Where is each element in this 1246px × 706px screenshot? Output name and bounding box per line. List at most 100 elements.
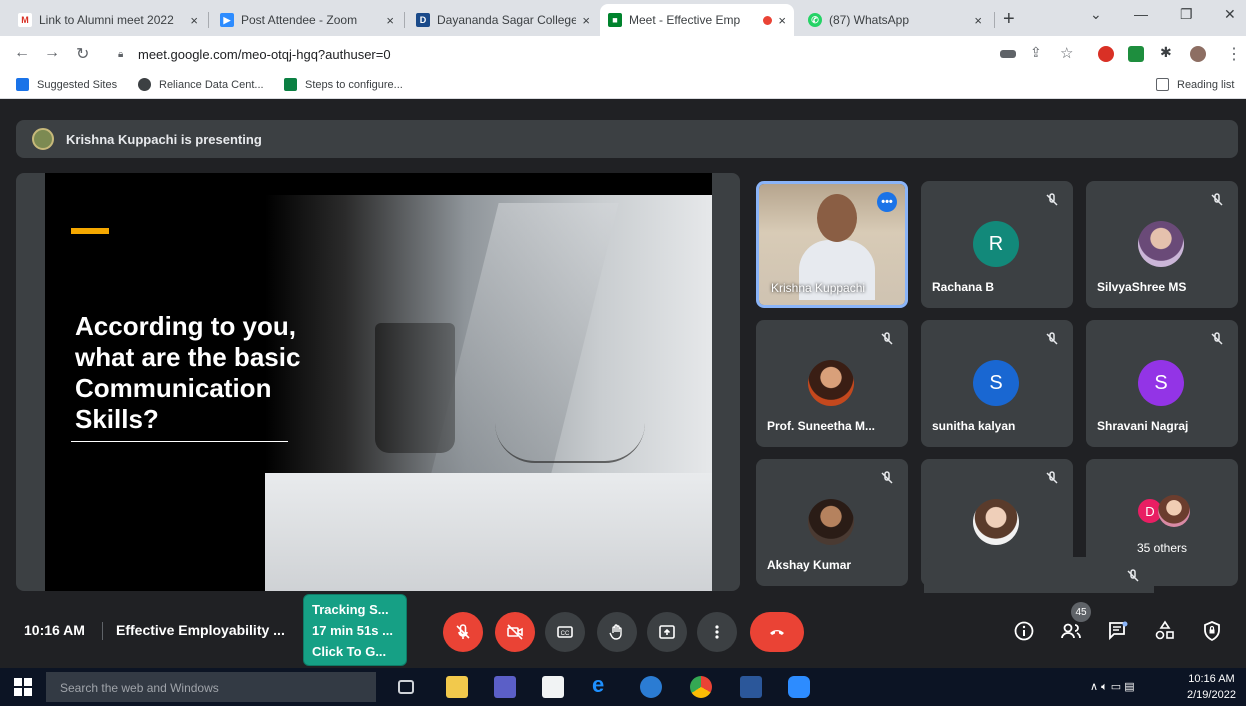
- avatar: R: [973, 221, 1019, 267]
- self-view-tile[interactable]: [924, 557, 1154, 593]
- taskbar-clock[interactable]: 10:16 AM 2/19/2022: [1187, 671, 1236, 703]
- attendance-tracker-button[interactable]: Tracking S... 17 min 51s ... Click To G.…: [303, 594, 407, 666]
- chrome-dev-icon[interactable]: [640, 676, 662, 698]
- close-icon[interactable]: ×: [582, 13, 590, 28]
- participant-tile-sunitha[interactable]: S sunitha kalyan: [921, 320, 1073, 447]
- more-vert-icon: [715, 625, 719, 639]
- captions-button[interactable]: CC: [545, 612, 585, 652]
- taskbar-search-input[interactable]: Search the web and Windows: [46, 672, 376, 702]
- address-bar[interactable]: 🔒︎ meet.google.com/meo-otqj-hgq?authuser…: [104, 41, 984, 68]
- avatar: [808, 360, 854, 406]
- teams-icon[interactable]: [494, 676, 516, 698]
- activities-icon[interactable]: [1154, 620, 1176, 642]
- people-icon[interactable]: [1060, 620, 1082, 642]
- participant-name: SilvyaShree MS: [1097, 280, 1187, 294]
- participant-tile-shravani[interactable]: S Shravani Nagraj: [1086, 320, 1238, 447]
- zoom-app-icon[interactable]: [788, 676, 810, 698]
- slide-question: According to you, what are the basic Com…: [75, 311, 301, 434]
- tab-dayananda[interactable]: D Dayananda Sagar College ×: [408, 4, 598, 36]
- camera-indicator-icon[interactable]: [1000, 50, 1016, 58]
- edge-icon[interactable]: e: [592, 674, 614, 696]
- back-icon[interactable]: ←: [14, 44, 30, 62]
- extensions-puzzle-icon[interactable]: ✱: [1160, 44, 1172, 61]
- more-options-button[interactable]: [697, 612, 737, 652]
- close-icon[interactable]: ×: [974, 13, 982, 28]
- participant-name: Shravani Nagraj: [1097, 419, 1189, 433]
- more-options-icon[interactable]: •••: [877, 192, 897, 212]
- tab-whatsapp[interactable]: ✆ (87) WhatsApp ×: [800, 4, 990, 36]
- svg-text:CC: CC: [561, 631, 570, 637]
- tab-strip: M Link to Alumni meet 2022 × ▶ Post Atte…: [0, 0, 1246, 36]
- forward-icon[interactable]: →: [44, 44, 60, 62]
- participant-tile-silvyashree[interactable]: SilvyaShree MS: [1086, 181, 1238, 308]
- extension-icon[interactable]: [1098, 46, 1114, 62]
- close-icon[interactable]: ×: [386, 13, 394, 28]
- slide-glasses-shape: [495, 423, 645, 463]
- bookmark-star-icon[interactable]: ☆: [1060, 44, 1073, 62]
- new-tab-button[interactable]: +: [1003, 8, 1015, 31]
- tab-label: Dayananda Sagar College: [437, 13, 577, 27]
- reload-icon[interactable]: ↻: [76, 44, 89, 64]
- participant-tile-akshay[interactable]: Akshay Kumar: [756, 459, 908, 586]
- participant-tile-rachana[interactable]: R Rachana B: [921, 181, 1073, 308]
- share-icon[interactable]: ⇪: [1030, 44, 1042, 61]
- present-now-button[interactable]: [647, 612, 687, 652]
- host-controls-icon[interactable]: [1201, 620, 1223, 642]
- bookmark-steps[interactable]: Steps to configure...: [284, 78, 403, 91]
- tab-search-icon[interactable]: ⌄: [1090, 6, 1102, 23]
- hand-icon: [609, 624, 622, 640]
- bookmark-reliance[interactable]: Reliance Data Cent...: [138, 78, 264, 91]
- recording-icon: [763, 15, 773, 25]
- chat-icon[interactable]: [1107, 620, 1129, 642]
- tab-meet[interactable]: ■ Meet - Effective Emp ×: [600, 4, 794, 36]
- meet-icon: ■: [608, 13, 622, 27]
- task-view-icon[interactable]: [398, 680, 414, 694]
- taskbar-time: 10:16 AM: [1188, 673, 1235, 685]
- tab-zoom[interactable]: ▶ Post Attendee - Zoom ×: [212, 4, 402, 36]
- avatar: S: [973, 360, 1019, 406]
- browser-window: M Link to Alumni meet 2022 × ▶ Post Atte…: [0, 0, 1246, 706]
- chrome-icon[interactable]: [690, 676, 712, 698]
- info-icon[interactable]: [1013, 620, 1035, 642]
- profile-avatar[interactable]: [1190, 46, 1206, 62]
- captions-icon: CC: [557, 626, 573, 638]
- participant-tile-krishna[interactable]: ••• Krishna Kuppachi: [756, 181, 908, 308]
- whatsapp-icon: ✆: [808, 13, 822, 27]
- meeting-title[interactable]: Effective Employability ...: [116, 622, 285, 638]
- tab-label: (87) WhatsApp: [829, 13, 910, 27]
- mic-off-icon: [1211, 332, 1223, 345]
- menu-dots-icon[interactable]: ⋮: [1226, 44, 1242, 64]
- close-icon[interactable]: ×: [190, 13, 198, 28]
- restore-icon[interactable]: ❐: [1180, 6, 1193, 23]
- tracker-line: Tracking S...: [312, 602, 389, 617]
- participant-name: Krishna Kuppachi: [771, 281, 866, 295]
- reading-list-label: Reading list: [1177, 78, 1235, 91]
- close-icon[interactable]: ×: [778, 13, 786, 28]
- file-explorer-icon[interactable]: [446, 676, 468, 698]
- mic-off-icon: [1127, 569, 1139, 582]
- system-tray-icons[interactable]: ∧ 🔈︎ ▭ ▤: [1090, 680, 1135, 694]
- windows-start-icon[interactable]: [14, 678, 32, 696]
- tab-alumni-meet[interactable]: M Link to Alumni meet 2022 ×: [10, 4, 206, 36]
- extension-check-icon[interactable]: [1128, 46, 1144, 62]
- tab-label: Post Attendee - Zoom: [241, 13, 358, 27]
- raise-hand-button[interactable]: [597, 612, 637, 652]
- bookmark-label: Reliance Data Cent...: [159, 78, 264, 91]
- bookmarks-bar: Suggested Sites Reliance Data Cent... St…: [0, 72, 1246, 99]
- mic-toggle-button[interactable]: [443, 612, 483, 652]
- mic-off-icon: [881, 471, 893, 484]
- camera-toggle-button[interactable]: [495, 612, 535, 652]
- leave-call-button[interactable]: [750, 612, 804, 652]
- reading-list-button[interactable]: Reading list: [1156, 78, 1234, 91]
- window-close-icon[interactable]: ✕: [1224, 6, 1236, 23]
- word-icon[interactable]: [740, 676, 762, 698]
- slide-table-shape: [265, 473, 712, 591]
- bookmark-suggested-sites[interactable]: Suggested Sites: [16, 78, 117, 91]
- mic-off-icon: [1046, 471, 1058, 484]
- participant-tile-suneetha[interactable]: Prof. Suneetha M...: [756, 320, 908, 447]
- minimize-icon[interactable]: —: [1134, 6, 1148, 22]
- store-icon[interactable]: [542, 676, 564, 698]
- video-person-head: [817, 194, 857, 242]
- participant-name: Prof. Suneetha M...: [767, 419, 876, 433]
- participants-count-badge: 45: [1071, 602, 1091, 622]
